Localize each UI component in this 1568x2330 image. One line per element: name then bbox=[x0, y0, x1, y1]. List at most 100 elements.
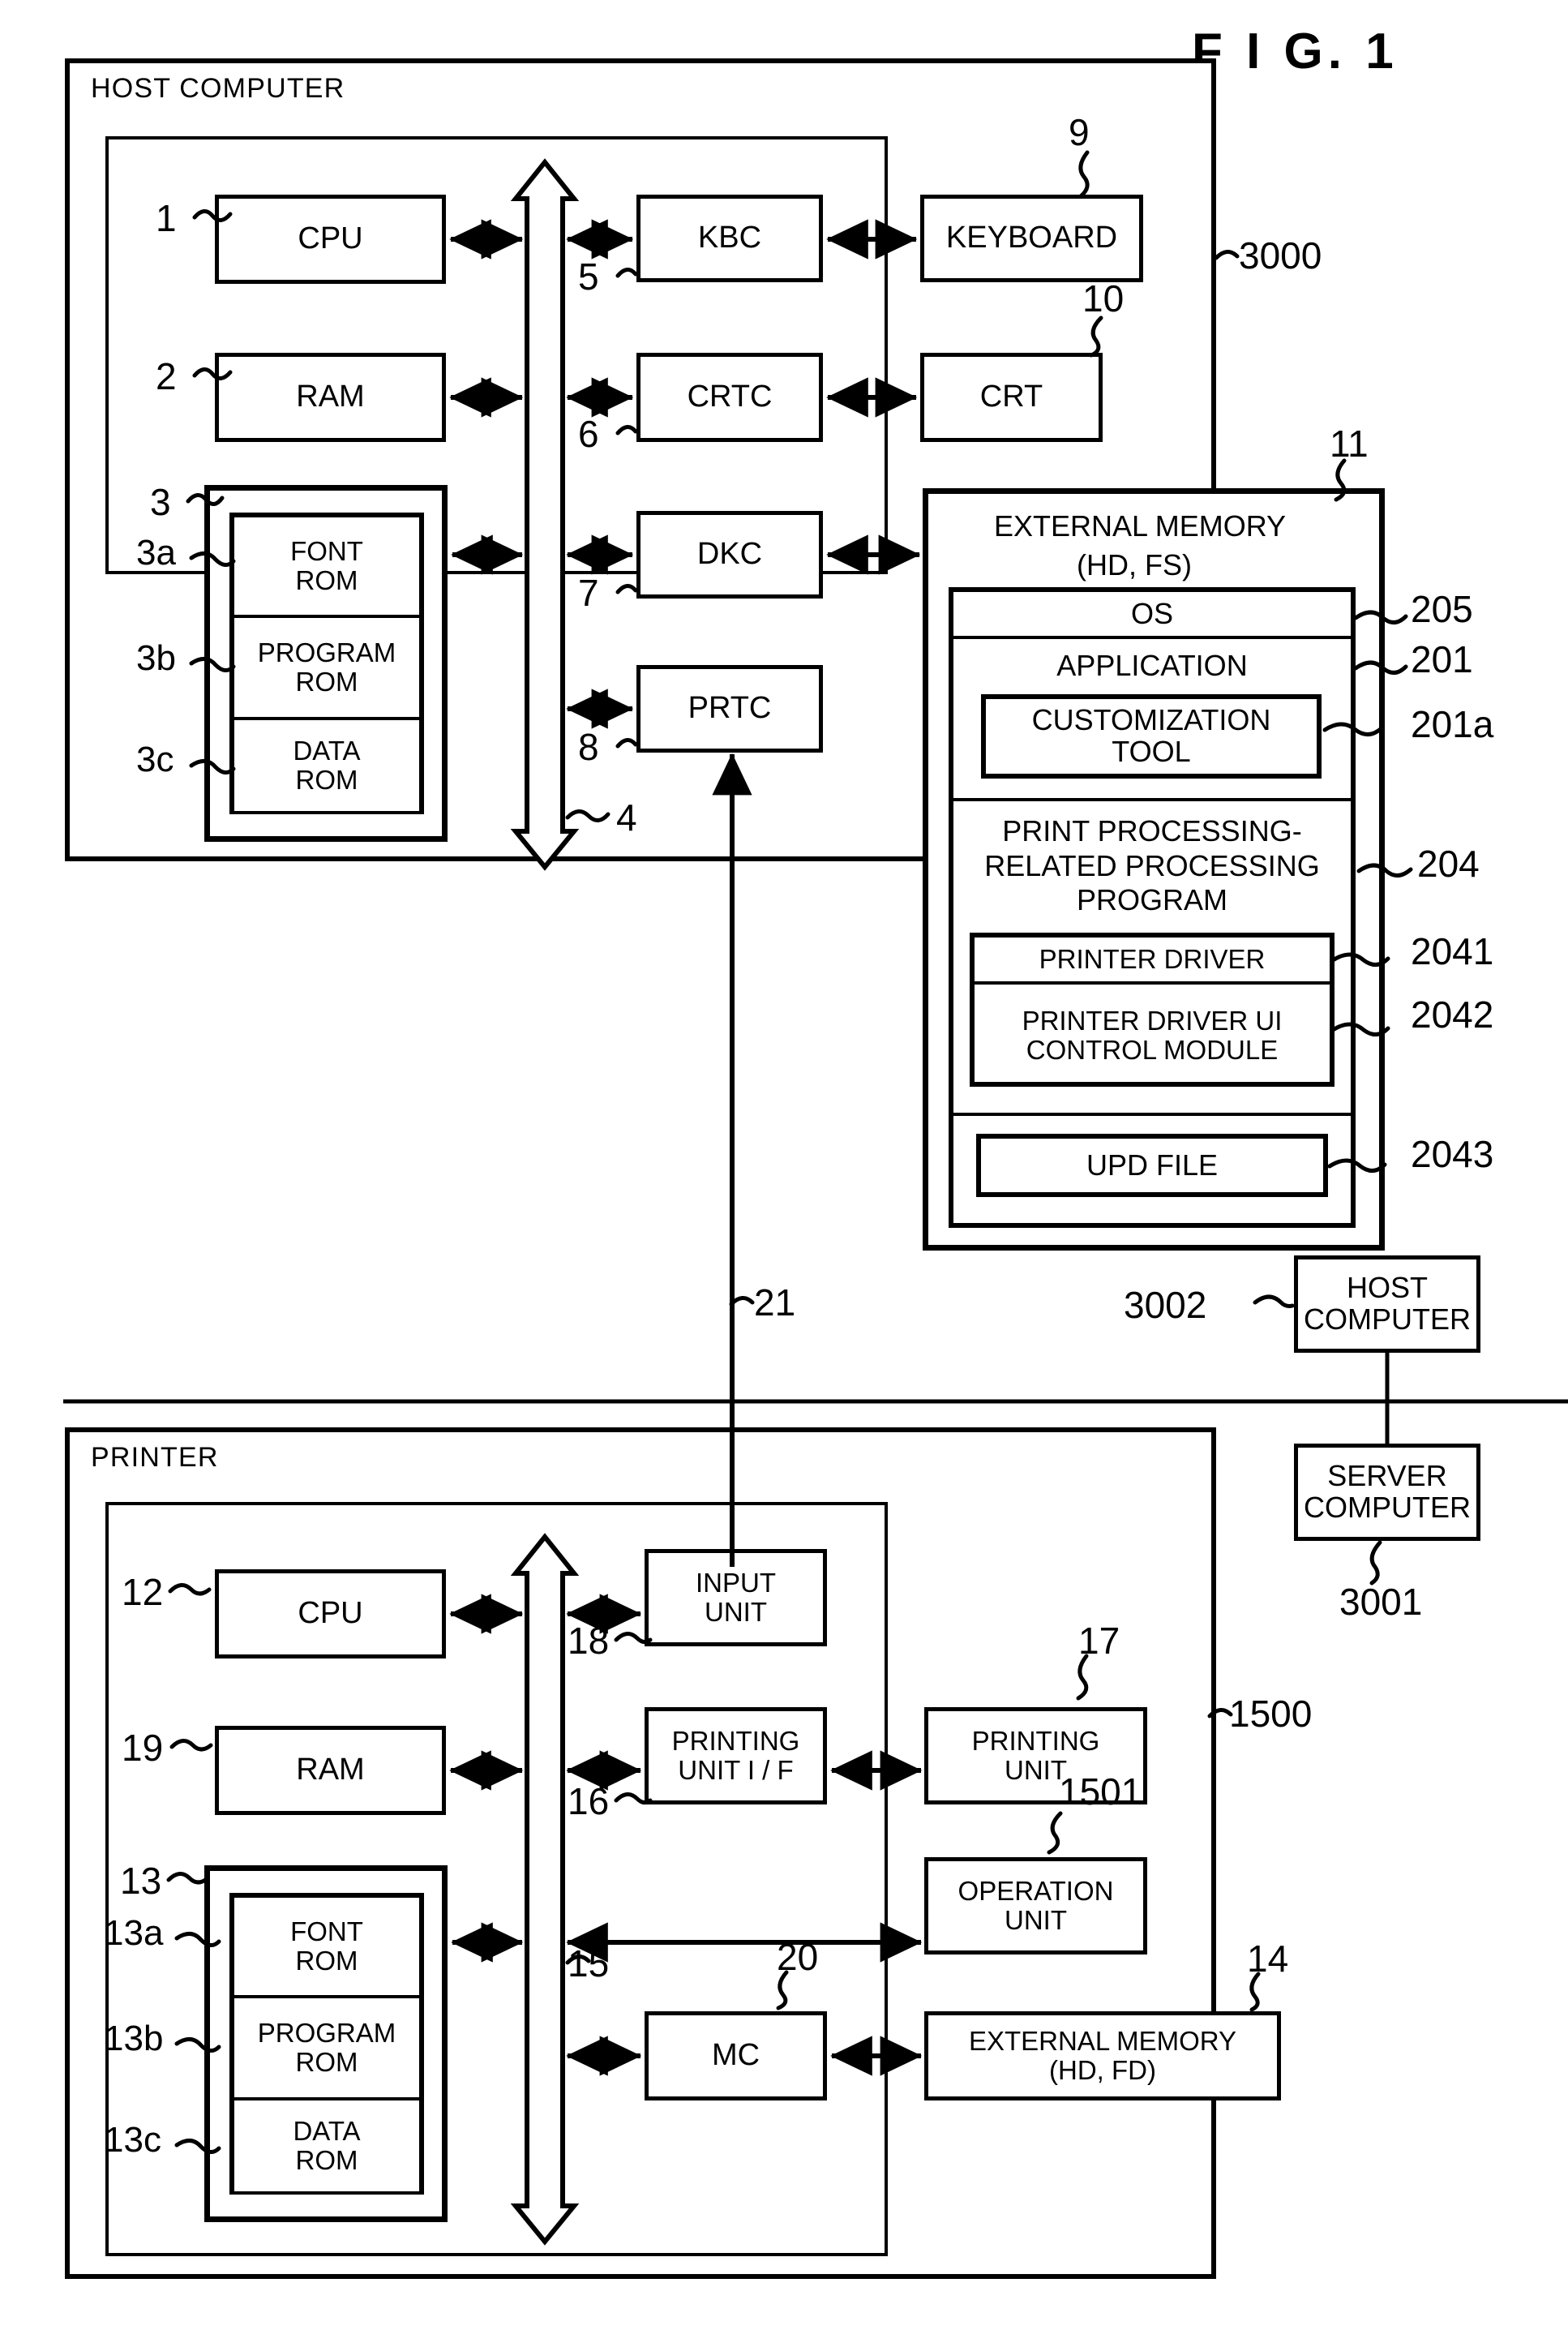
ref-3001: 3001 bbox=[1339, 1581, 1423, 1623]
printer-program-rom-label: PROGRAM ROM bbox=[257, 2018, 396, 2077]
ref-4: 4 bbox=[616, 796, 637, 839]
application-label: APPLICATION bbox=[1056, 648, 1248, 682]
print-processing-program-row: PRINT PROCESSING- RELATED PROCESSING PRO… bbox=[953, 806, 1351, 926]
ref-7: 7 bbox=[578, 572, 599, 614]
host-crtc-box: CRTC bbox=[636, 353, 823, 442]
ref-18: 18 bbox=[568, 1620, 610, 1662]
os-row: OS bbox=[953, 592, 1351, 639]
upd-file-label: UPD FILE bbox=[1086, 1148, 1219, 1182]
printer-cpu-box: CPU bbox=[215, 1569, 446, 1658]
host-kbc-box: KBC bbox=[636, 195, 823, 282]
ref-19: 19 bbox=[122, 1727, 164, 1769]
printer-printing-unit-if-box: PRINTING UNIT I / F bbox=[645, 1707, 827, 1804]
printer-cpu-label: CPU bbox=[298, 1596, 363, 1631]
ref-6: 6 bbox=[578, 413, 599, 455]
printer-font-rom-cell: FONT ROM bbox=[234, 1898, 419, 1995]
printer-driver-row: PRINTER DRIVER bbox=[975, 938, 1330, 985]
printer-ram-label: RAM bbox=[296, 1753, 365, 1787]
printer-external-memory-box: EXTERNAL MEMORY (HD, FD) bbox=[924, 2011, 1281, 2100]
host-data-rom-cell: DATA ROM bbox=[234, 720, 419, 811]
ref-205: 205 bbox=[1411, 588, 1473, 630]
host-font-rom-cell: FONT ROM bbox=[234, 517, 419, 615]
printer-external-memory-label: EXTERNAL MEMORY (HD, FD) bbox=[968, 2026, 1237, 2085]
host-dkc-box: DKC bbox=[636, 511, 823, 599]
network-host-computer-box: HOST COMPUTER bbox=[1294, 1255, 1480, 1353]
application-section-divider bbox=[953, 798, 1351, 801]
os-label: OS bbox=[1130, 596, 1173, 630]
host-crtc-label: CRTC bbox=[687, 380, 773, 414]
host-ram-box: RAM bbox=[215, 353, 446, 442]
ref-3a: 3a bbox=[136, 533, 176, 573]
application-row: APPLICATION bbox=[953, 642, 1351, 689]
printer-input-unit-box: INPUT UNIT bbox=[645, 1549, 827, 1646]
host-crt-label: CRT bbox=[979, 380, 1043, 414]
ref-3c: 3c bbox=[136, 740, 174, 779]
printer-driver-ui-control-row: PRINTER DRIVER UI CONTROL MODULE bbox=[975, 989, 1330, 1082]
printer-data-rom-cell: DATA ROM bbox=[234, 2100, 419, 2191]
ref-201: 201 bbox=[1411, 638, 1473, 680]
ref-21: 21 bbox=[754, 1281, 796, 1324]
printer-operation-unit-label: OPERATION UNIT bbox=[958, 1876, 1114, 1935]
ref-1500: 1500 bbox=[1229, 1693, 1313, 1735]
external-memory-title-line2: (HD, FS) bbox=[1077, 548, 1192, 581]
ref-20: 20 bbox=[777, 1936, 819, 1978]
ref-201a: 201a bbox=[1411, 703, 1494, 745]
printer-caption: PRINTER bbox=[91, 1442, 219, 1473]
ref-3b: 3b bbox=[136, 638, 176, 678]
ref-13: 13 bbox=[120, 1860, 162, 1902]
figure-title: F I G. 1 bbox=[1192, 24, 1399, 79]
ref-11: 11 bbox=[1330, 423, 1369, 465]
ref-2042: 2042 bbox=[1411, 993, 1494, 1036]
printer-driver-label: PRINTER DRIVER bbox=[1039, 944, 1266, 975]
host-data-rom-label: DATA ROM bbox=[293, 736, 361, 795]
ref-3000: 3000 bbox=[1239, 234, 1322, 277]
ref-1501: 1501 bbox=[1059, 1770, 1142, 1813]
server-computer-label: SERVER COMPUTER bbox=[1304, 1459, 1471, 1524]
ref-2041: 2041 bbox=[1411, 930, 1494, 972]
host-keyboard-box: KEYBOARD bbox=[920, 195, 1143, 282]
ref-13a: 13a bbox=[104, 1913, 164, 1953]
host-crt-box: CRT bbox=[920, 353, 1103, 442]
printer-printing-unit-if-label: PRINTING UNIT I / F bbox=[671, 1726, 800, 1785]
ref-3002: 3002 bbox=[1124, 1284, 1207, 1326]
printer-mc-label: MC bbox=[711, 2038, 760, 2073]
upd-file-box: UPD FILE bbox=[976, 1134, 1328, 1197]
ref-1: 1 bbox=[156, 197, 177, 239]
print-processing-program-label: PRINT PROCESSING- RELATED PROCESSING PRO… bbox=[984, 814, 1320, 917]
printer-input-unit-label: INPUT UNIT bbox=[696, 1568, 776, 1627]
ref-12: 12 bbox=[122, 1571, 164, 1613]
ref-16: 16 bbox=[568, 1780, 610, 1822]
network-host-computer-label: HOST COMPUTER bbox=[1304, 1271, 1471, 1336]
host-cpu-box: CPU bbox=[215, 195, 446, 284]
ref-2043: 2043 bbox=[1411, 1133, 1494, 1175]
ref-8: 8 bbox=[578, 726, 599, 768]
printer-data-rom-label: DATA ROM bbox=[293, 2116, 361, 2175]
host-prtc-label: PRTC bbox=[688, 691, 772, 726]
host-dkc-label: DKC bbox=[696, 537, 763, 572]
host-program-rom-cell: PROGRAM ROM bbox=[234, 618, 419, 717]
host-prtc-box: PRTC bbox=[636, 665, 823, 753]
server-computer-box: SERVER COMPUTER bbox=[1294, 1444, 1480, 1541]
host-cpu-label: CPU bbox=[298, 221, 363, 256]
printer-program-rom-cell: PROGRAM ROM bbox=[234, 1998, 419, 2097]
upd-section-divider bbox=[953, 1113, 1351, 1116]
printer-ram-box: RAM bbox=[215, 1726, 446, 1815]
customization-tool-label: CUSTOMIZATION TOOL bbox=[1031, 703, 1271, 768]
ref-13b: 13b bbox=[104, 2019, 164, 2058]
ref-14: 14 bbox=[1247, 1937, 1289, 1980]
customization-tool-box: CUSTOMIZATION TOOL bbox=[981, 694, 1322, 779]
ref-5: 5 bbox=[578, 255, 599, 298]
printer-font-rom-label: FONT ROM bbox=[290, 1916, 363, 1976]
printer-mc-box: MC bbox=[645, 2011, 827, 2100]
host-ram-label: RAM bbox=[296, 380, 365, 414]
ref-17: 17 bbox=[1078, 1620, 1120, 1662]
external-memory-title-line1: EXTERNAL MEMORY bbox=[994, 509, 1287, 543]
printer-driver-ui-control-label: PRINTER DRIVER UI CONTROL MODULE bbox=[1022, 1006, 1283, 1065]
host-keyboard-label: KEYBOARD bbox=[945, 221, 1118, 255]
host-kbc-label: KBC bbox=[697, 221, 762, 255]
ref-2: 2 bbox=[156, 355, 177, 397]
ref-10: 10 bbox=[1082, 277, 1125, 320]
host-computer-caption: HOST COMPUTER bbox=[91, 73, 345, 104]
printer-operation-unit-box: OPERATION UNIT bbox=[924, 1857, 1147, 1955]
patent-figure-page: F I G. 1 HOST COMPUTER CPU 1 RAM 2 3 FON… bbox=[0, 0, 1568, 2330]
